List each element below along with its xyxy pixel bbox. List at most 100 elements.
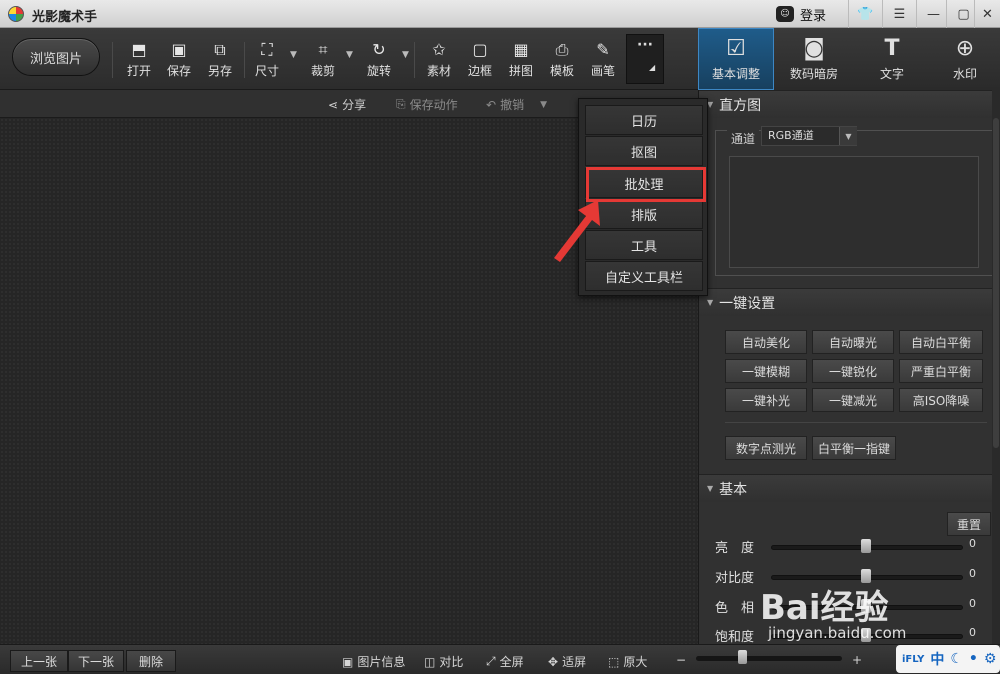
material-button[interactable]: ✩ 素材 [420,40,458,80]
crop-icon: ⌗ [318,40,328,59]
delete-button[interactable]: 删除 [126,650,176,672]
fill-light-button[interactable]: 一键补光 [725,388,807,412]
template-icon: ⎙ [555,40,569,59]
open-icon: ⬒ [131,40,147,59]
auto-white-balance-button[interactable]: 自动白平衡 [899,330,983,354]
toolbar-divider [414,42,415,78]
menu-icon[interactable]: ☰ [882,0,916,28]
settings-icon: ⚙ [983,651,997,667]
one-key-blur-button[interactable]: 一键模糊 [725,359,807,383]
highlight-box [586,167,706,202]
chevron-down-icon[interactable]: ▼ [839,127,857,145]
slider-thumb[interactable] [861,539,871,553]
channel-label: 通道 [727,130,760,147]
rotate-button[interactable]: ↻ 旋转 [360,40,398,80]
auto-beautify-button[interactable]: 自动美化 [725,330,807,354]
tab-text[interactable]: T 文字 [854,28,930,90]
auto-exposure-button[interactable]: 自动曝光 [812,330,894,354]
fullscreen-icon: ⤢ [486,654,496,668]
iso-denoise-button[interactable]: 高ISO降噪 [899,388,983,412]
tab-basic-adjust[interactable]: ☑ 基本调整 [698,28,774,90]
text-icon: T [884,35,900,61]
save-as-button[interactable]: ⧉ 另存 [201,40,239,80]
zoom-in-button[interactable]: + [852,653,862,667]
rotate-dropdown-icon[interactable]: ▼ [402,50,409,60]
white-balance-picker-button[interactable]: 白平衡一指键 [812,436,896,460]
one-key-sharpen-button[interactable]: 一键锐化 [812,359,894,383]
moon-icon: ☾ [950,651,963,667]
ime-brand: iFLY [902,653,925,665]
tab-darkroom[interactable]: ◙ 数码暗房 [776,28,852,90]
original-size-icon: ⬚ [608,654,620,669]
strong-white-balance-button[interactable]: 严重白平衡 [899,359,983,383]
spot-metering-button[interactable]: 数字点测光 [725,436,807,460]
save-button[interactable]: ▣ 保存 [160,40,198,80]
browse-images-button[interactable]: 浏览图片 [12,38,100,76]
border-icon: ▢ [472,40,488,59]
slider-value: 0 [969,537,976,550]
app-logo-icon [8,6,24,22]
close-icon[interactable]: ✕ [974,0,1000,28]
menu-item-cutout[interactable]: 抠图 [585,136,703,166]
fullscreen-button[interactable]: ⤢ 全屏 [486,653,524,670]
one-key-header[interactable]: ▼ 一键设置 [699,288,1000,316]
slider-value: 0 [969,626,976,639]
dot-icon: • [968,651,978,667]
border-button[interactable]: ▢ 边框 [461,40,499,80]
menu-item-calendar[interactable]: 日历 [585,105,703,135]
undo-button[interactable]: ↶ 撤销 ▼ [486,96,547,113]
toolbar-divider [112,42,113,78]
image-info-button[interactable]: ▣ 图片信息 [342,653,405,670]
next-image-button[interactable]: 下一张 [68,650,124,672]
collage-icon: ▦ [513,40,529,59]
login-button[interactable]: ☺ 登录 [770,0,846,28]
tab-watermark[interactable]: ⊕ 水印 [930,28,1000,90]
original-size-button[interactable]: ⬚ 原大 [608,653,647,670]
share-button[interactable]: ⋖ 分享 [328,96,366,113]
toolbar-divider [244,42,245,78]
brush-button[interactable]: ✎ 画笔 [584,40,622,80]
histogram-header[interactable]: ▼ 直方图 [699,90,1000,118]
reset-button[interactable]: 重置 [947,512,991,536]
main-toolbar: 浏览图片 ⬒ 打开 ▣ 保存 ⧉ 另存 ⛶ 尺寸 ▼ ⌗ 裁剪 ▼ ↻ 旋转 ▼ ✩ 素材 ▢… [0,28,698,90]
brush-icon: ✎ [596,40,610,59]
compare-button[interactable]: ◫ 对比 [424,653,463,670]
app-title: 光影魔术手 [32,10,98,25]
divider [725,422,987,423]
login-label: 登录 [800,8,827,24]
resize-icon: ⛶ [261,40,273,59]
zoom-slider-thumb[interactable] [738,650,747,664]
slider-value: 0 [969,567,976,580]
more-tools-button[interactable]: ··· ◢ [626,34,664,84]
scrollbar-thumb[interactable] [993,118,999,448]
fit-screen-icon: ✥ [548,654,559,669]
fit-screen-button[interactable]: ✥ 适屏 [548,653,586,670]
resize-button[interactable]: ⛶ 尺寸 [248,40,286,80]
compare-icon: ◫ [424,654,436,669]
watermark-brand: Bai经验 [760,588,889,628]
save-action-button[interactable]: ⎘ 保存动作 [396,96,458,113]
basic-header[interactable]: ▼ 基本 [699,474,1000,502]
corner-arrow-icon: ◢ [649,63,656,72]
collage-button[interactable]: ▦ 拼图 [502,40,540,80]
basic-adjust-icon: ☑ [726,35,746,61]
template-button[interactable]: ⎙ 模板 [543,40,581,80]
undo-dropdown-icon[interactable]: ▼ [540,100,547,110]
skin-icon[interactable]: 👕 [848,0,882,28]
crop-button[interactable]: ⌗ 裁剪 [304,40,342,80]
collapse-icon: ▼ [707,298,714,307]
resize-dropdown-icon[interactable]: ▼ [290,50,297,60]
zoom-slider[interactable] [696,656,842,661]
reduce-light-button[interactable]: 一键减光 [812,388,894,412]
zoom-out-button[interactable]: − [676,653,686,667]
undo-icon: ↶ [486,97,497,112]
ime-toolbar[interactable]: iFLY 中 ☾ • ⚙ [896,645,1000,673]
pointer-arrow-icon [554,200,600,262]
minimize-icon[interactable]: — [916,0,950,28]
user-face-icon: ☺ [776,6,794,22]
rotate-icon: ↻ [372,40,386,59]
open-button[interactable]: ⬒ 打开 [120,40,158,80]
prev-image-button[interactable]: 上一张 [10,650,68,672]
more-dots-icon: ··· [637,37,653,53]
crop-dropdown-icon[interactable]: ▼ [346,50,353,60]
